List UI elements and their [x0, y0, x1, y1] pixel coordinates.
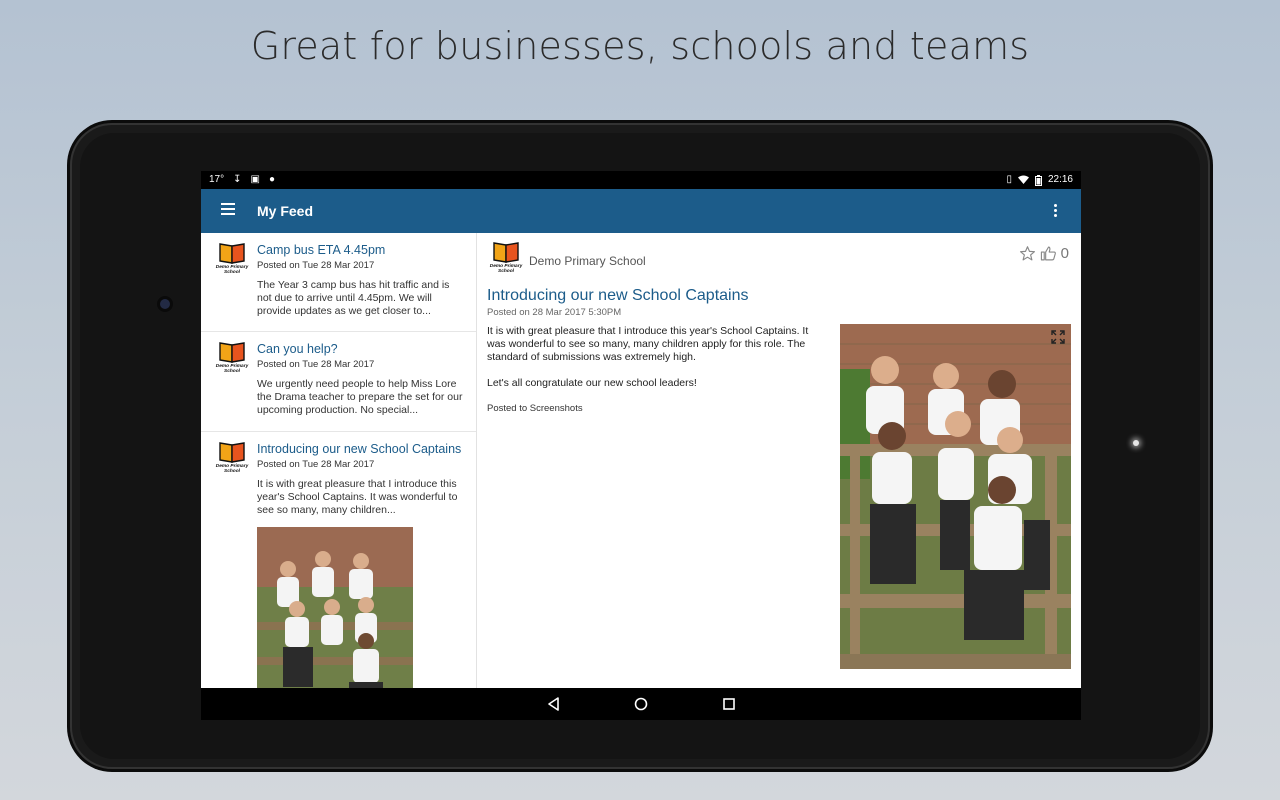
feed-item-date: Posted on Tue 28 Mar 2017	[257, 359, 375, 370]
android-icon: ●	[268, 174, 276, 185]
feed-item-photo[interactable]	[257, 527, 413, 688]
post-paragraph: Let's all congratulate our new school le…	[487, 377, 697, 389]
thumbs-up-icon[interactable]	[1040, 245, 1057, 262]
more-vert-icon[interactable]	[1054, 204, 1057, 219]
post-date: Posted on 28 Mar 2017 5:30PM	[487, 307, 622, 318]
post-body: It is with great pleasure that I introdu…	[487, 325, 829, 403]
battery-icon	[1034, 174, 1042, 186]
list-item[interactable]: Demo Primary School Camp bus ETA 4.45pm …	[201, 233, 476, 332]
feed-item-excerpt: The Year 3 camp bus has hit traffic and …	[257, 279, 450, 317]
list-item[interactable]: Demo Primary School Introducing our new …	[201, 432, 476, 688]
school-logo-text: Demo Primary School	[489, 264, 523, 274]
download-icon: ↧	[233, 174, 242, 185]
feed-item-title[interactable]: Can you help?	[257, 342, 466, 356]
wifi-icon	[1017, 175, 1029, 184]
list-item[interactable]: Demo Primary School Can you help? Posted…	[201, 332, 476, 432]
front-camera	[160, 299, 170, 309]
feed-item-excerpt: It is with great pleasure that I introdu…	[257, 478, 458, 516]
school-logo-text: Demo Primary School	[215, 364, 249, 374]
post-detail: Demo Primary School Demo Primary School …	[477, 233, 1081, 688]
clock-text: 22:16	[1047, 174, 1073, 185]
nav-home-icon[interactable]	[633, 696, 649, 712]
post-title: Introducing our new School Captains	[487, 287, 749, 304]
nav-back-icon[interactable]	[546, 696, 562, 712]
post-actions: 0	[1019, 245, 1069, 262]
app-bar: My Feed	[201, 189, 1081, 233]
feed-list: Demo Primary School Camp bus ETA 4.45pm …	[201, 233, 477, 688]
light-sensor	[1133, 440, 1139, 446]
post-photo[interactable]	[840, 324, 1071, 669]
school-logo: Demo Primary School	[489, 241, 523, 275]
feed-item-excerpt: We urgently need people to help Miss Lor…	[257, 378, 463, 416]
marketing-headline: Great for businesses, schools and teams	[250, 24, 1030, 68]
post-category: Posted to Screenshots	[487, 403, 583, 414]
hamburger-menu-icon[interactable]	[221, 203, 235, 215]
school-logo: Demo Primary School	[215, 242, 249, 276]
device-screen: 17° ↧ ▣ ● ▯ 22:16 My Feed Demo Primary S…	[201, 171, 1081, 720]
feed-item-title[interactable]: Camp bus ETA 4.45pm	[257, 243, 466, 257]
feed-item-title[interactable]: Introducing our new School Captains	[257, 442, 466, 456]
status-bar: 17° ↧ ▣ ● ▯ 22:16	[201, 171, 1081, 189]
system-nav-bar	[201, 688, 1081, 720]
like-count: 0	[1060, 245, 1069, 262]
temperature-text: 17°	[209, 174, 225, 185]
star-outline-icon[interactable]	[1019, 245, 1036, 262]
feed-item-date: Posted on Tue 28 Mar 2017	[257, 260, 375, 271]
post-author: Demo Primary School	[529, 254, 646, 268]
school-logo: Demo Primary School	[215, 341, 249, 375]
school-logo-text: Demo Primary School	[215, 265, 249, 275]
school-logo-text: Demo Primary School	[215, 464, 249, 474]
fullscreen-icon[interactable]	[1051, 330, 1065, 344]
post-paragraph: It is with great pleasure that I introdu…	[487, 325, 809, 363]
feed-item-date: Posted on Tue 28 Mar 2017	[257, 459, 375, 470]
photo-icon: ▣	[250, 174, 260, 185]
page-title: My Feed	[257, 203, 314, 219]
vibrate-icon: ▯	[1006, 174, 1012, 185]
school-logo: Demo Primary School	[215, 441, 249, 475]
nav-recents-icon[interactable]	[721, 696, 737, 712]
